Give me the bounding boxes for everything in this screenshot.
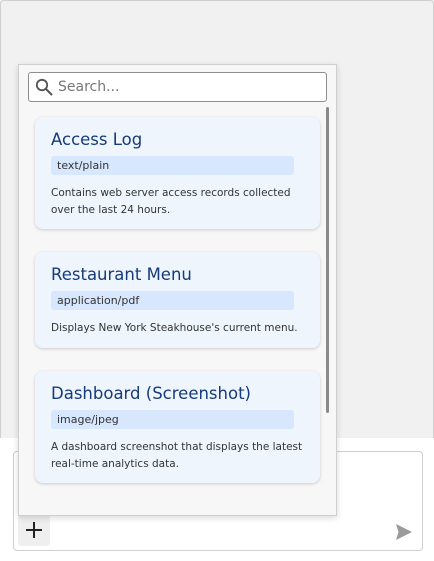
plus-icon: [26, 522, 42, 538]
resource-list: Access Log text/plain Contains web serve…: [19, 109, 336, 515]
card-description: Displays New York Steakhouse's current m…: [51, 322, 298, 334]
search-input[interactable]: [58, 79, 308, 95]
send-icon: [396, 524, 412, 540]
mime-badge: application/pdf: [51, 291, 294, 310]
card-title: Restaurant Menu: [51, 265, 192, 284]
resource-card-restaurant-menu[interactable]: Restaurant Menu application/pdf Displays…: [35, 252, 320, 348]
card-description: Contains web server access records colle…: [51, 187, 291, 216]
mime-badge: text/plain: [51, 156, 294, 175]
search-box[interactable]: [28, 72, 327, 102]
resource-card-dashboard-screenshot[interactable]: Dashboard (Screenshot) image/jpeg A dash…: [35, 371, 320, 483]
send-button[interactable]: [394, 522, 414, 542]
card-title: Dashboard (Screenshot): [51, 384, 251, 403]
mime-badge: image/jpeg: [51, 410, 294, 429]
add-attachment-button[interactable]: [18, 514, 50, 546]
resource-picker-panel: Access Log text/plain Contains web serve…: [18, 64, 337, 516]
search-icon: [34, 77, 54, 97]
card-title: Access Log: [51, 130, 143, 149]
resource-card-access-log[interactable]: Access Log text/plain Contains web serve…: [35, 117, 320, 229]
card-description: A dashboard screenshot that displays the…: [51, 441, 303, 470]
